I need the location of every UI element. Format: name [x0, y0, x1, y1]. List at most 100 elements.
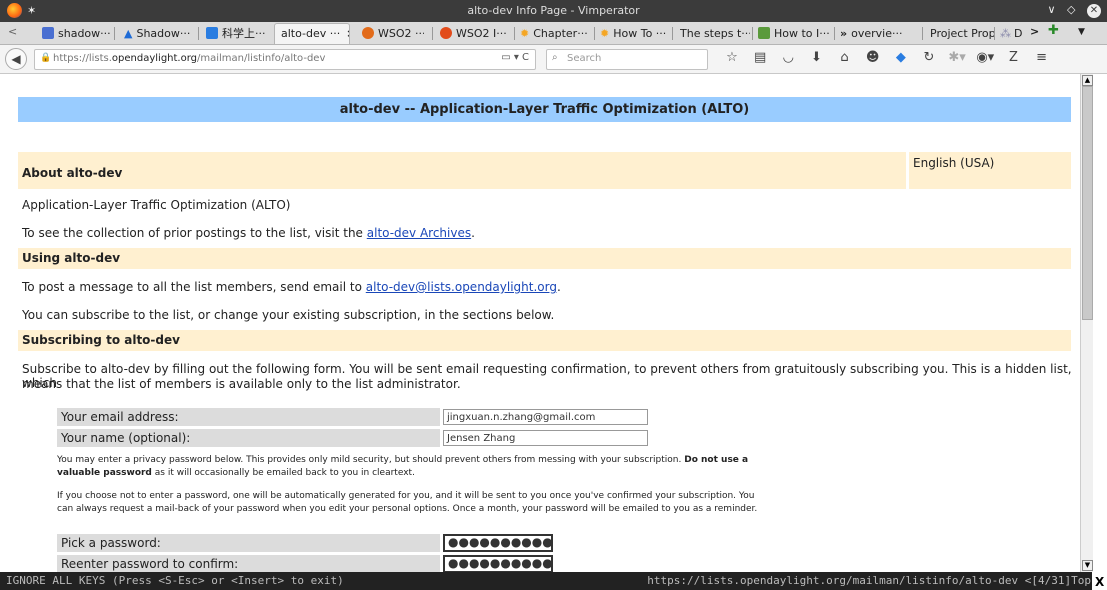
minimize-icon[interactable]: ∨	[1047, 3, 1055, 16]
mode-indicator: IGNORE ALL KEYS (Press <S-Esc> or <Inser…	[6, 574, 344, 587]
subscribe-text-2: means that the list of members is availa…	[22, 377, 461, 391]
sparkle-favicon-icon: ⁂	[1000, 27, 1011, 40]
close-window-icon[interactable]: ✕	[1087, 4, 1101, 18]
vimperator-statusline: IGNORE ALL KEYS (Press <S-Esc> or <Inser…	[0, 572, 1092, 590]
about-heading: About alto-dev	[18, 152, 906, 189]
name-label: Your name (optional):	[57, 429, 440, 447]
url-text: https://lists.opendaylight.org/mailman/l…	[53, 53, 326, 64]
tab-label: shadow···	[58, 27, 110, 40]
back-arrow-icon: ◀	[11, 52, 21, 66]
corner-mark: X	[1095, 575, 1105, 589]
tab-the-steps[interactable]: The steps t···	[680, 25, 750, 42]
page-content: alto-dev -- Application-Layer Traffic Op…	[0, 74, 1080, 572]
shield-extension-icon[interactable]: ◆	[889, 50, 913, 65]
home-icon[interactable]: ⌂	[833, 50, 857, 65]
url-bar[interactable]: 🔒 https://lists.opendaylight.org/mailman…	[34, 49, 536, 70]
menu-hamburger-icon[interactable]: ≡	[1030, 50, 1054, 65]
tab-kexue[interactable]: 科学上···	[206, 25, 272, 42]
tab-wso2-i[interactable]: WSO2 I···	[440, 25, 510, 42]
tab-alto-dev[interactable]: alto-dev ··· ×	[274, 23, 350, 44]
pick-password-label: Pick a password:	[57, 534, 440, 552]
bookmark-star-icon[interactable]: ☆	[720, 50, 744, 65]
tab-label: Chapter···	[533, 27, 588, 40]
reader-reload-controls[interactable]: ▭ ▾ C	[501, 52, 529, 63]
tab-label: alto-dev ···	[281, 27, 341, 40]
tab-list-dropdown-icon[interactable]: ▼	[1078, 27, 1085, 37]
sync-extension-icon[interactable]: ↻	[917, 50, 941, 65]
confirm-password-label: Reenter password to confirm:	[57, 555, 440, 572]
tab-favicon-icon	[440, 27, 452, 39]
window-titlebar: ✶ alto-dev Info Page - Vimperator ∨ ◇ ✕	[0, 0, 1107, 22]
reading-list-icon[interactable]: ▤	[748, 50, 772, 65]
tab-label: WSO2 ···	[378, 27, 424, 40]
tab-label: WSO2 I···	[456, 27, 507, 40]
tab-label: Shadow···	[136, 27, 191, 40]
tab-favicon-icon	[362, 27, 374, 39]
status-url: https://lists.opendaylight.org/mailman/l…	[647, 574, 1091, 587]
tab-label: How to I···	[774, 27, 830, 40]
subscribe-change-text: You can subscribe to the list, or change…	[22, 308, 555, 322]
download-icon[interactable]: ⬇	[804, 50, 828, 65]
page-scrollbar[interactable]: ▲ ▼	[1080, 74, 1093, 572]
globe-dropdown-icon[interactable]: ◉▾	[973, 50, 997, 65]
addon-dropdown-icon[interactable]: ✱▾	[945, 50, 969, 65]
search-input[interactable]: ⌕ Search	[546, 49, 708, 70]
chat-icon[interactable]: ☻	[861, 50, 885, 65]
close-tab-icon[interactable]: ×	[346, 27, 349, 40]
email-field[interactable]: jingxuan.n.zhang@gmail.com	[443, 409, 648, 425]
tab-scroll-right-icon[interactable]: >	[1030, 25, 1039, 38]
zotero-icon[interactable]: Z	[1001, 50, 1025, 65]
tab-favicon-icon	[758, 27, 770, 39]
privacy-note-2: valuable password as it will occasionall…	[57, 468, 415, 478]
tab-label: Project Prop···	[930, 27, 996, 40]
subscribing-heading: Subscribing to alto-dev	[18, 330, 1071, 351]
tab-how-to[interactable]: ✹ How To ···	[600, 25, 668, 42]
tab-chapter[interactable]: ✹ Chapter···	[520, 25, 590, 42]
tab-overview[interactable]: » overvie···	[840, 25, 918, 42]
lock-icon: 🔒	[40, 53, 52, 63]
privacy-note-1: You may enter a privacy password below. …	[57, 455, 749, 465]
tab-how-to-i[interactable]: How to I···	[758, 25, 830, 42]
tab-scroll-left-icon[interactable]: <	[8, 25, 17, 38]
post-email-link[interactable]: alto-dev@lists.opendaylight.org	[366, 280, 557, 294]
tab-label: 科学上···	[222, 27, 266, 40]
shadow-logo-icon: ▲	[124, 27, 133, 40]
auto-password-note-2: can always request a mail-back of your p…	[57, 504, 758, 514]
tab-strip: < shadow··· ▲ Shadow··· 科学上··· alto-dev ·…	[0, 22, 1107, 45]
search-icon: ⌕	[552, 52, 558, 63]
new-tab-icon[interactable]: ✚	[1048, 23, 1059, 38]
maximize-icon[interactable]: ◇	[1067, 3, 1075, 16]
confirm-password-field[interactable]: ●●●●●●●●●●	[443, 555, 553, 572]
tab-label: How To ···	[613, 27, 667, 40]
search-placeholder: Search	[567, 53, 602, 64]
toolbar-icons: ☆ ▤ ◡ ⬇ ⌂ ☻ ◆ ↻ ✱▾ ◉▾ Z ≡	[720, 50, 1054, 65]
tab-d[interactable]: ⁂ D	[1000, 25, 1030, 42]
language-label: English (USA)	[909, 152, 1071, 189]
about-text: Application-Layer Traffic Optimization (…	[22, 198, 291, 212]
tab-favicon-icon	[42, 27, 54, 39]
tab-shadow[interactable]: shadow···	[42, 25, 110, 42]
back-button[interactable]: ◀	[5, 48, 27, 70]
navigation-bar: ◀ 🔒 https://lists.opendaylight.org/mailm…	[0, 45, 1107, 74]
tab-shadow-2[interactable]: ▲ Shadow···	[124, 25, 194, 42]
sun-favicon-icon: ✹	[600, 27, 610, 40]
tab-label: The steps t···	[680, 27, 750, 40]
archives-link[interactable]: alto-dev Archives	[367, 226, 471, 240]
tab-wso2[interactable]: WSO2 ···	[362, 25, 424, 42]
tab-label: D	[1014, 27, 1023, 40]
scroll-up-icon[interactable]: ▲	[1082, 75, 1093, 86]
using-heading: Using alto-dev	[18, 248, 1071, 269]
scroll-down-icon[interactable]: ▼	[1082, 560, 1093, 571]
tab-label: overvie···	[851, 27, 903, 40]
page-banner: alto-dev -- Application-Layer Traffic Op…	[18, 97, 1071, 122]
window-title: alto-dev Info Page - Vimperator	[467, 4, 640, 17]
archives-line: To see the collection of prior postings …	[22, 226, 475, 240]
tab-project-prop[interactable]: Project Prop···	[930, 25, 996, 42]
auto-password-note-1: If you choose not to enter a password, o…	[57, 491, 755, 501]
double-chevron-icon: »	[840, 27, 848, 40]
pocket-icon[interactable]: ◡	[776, 50, 800, 65]
name-field[interactable]: Jensen Zhang	[443, 430, 648, 446]
pick-password-field[interactable]: ●●●●●●●●●●	[443, 534, 553, 552]
scrollbar-thumb[interactable]	[1082, 86, 1093, 320]
email-label: Your email address:	[57, 408, 440, 426]
